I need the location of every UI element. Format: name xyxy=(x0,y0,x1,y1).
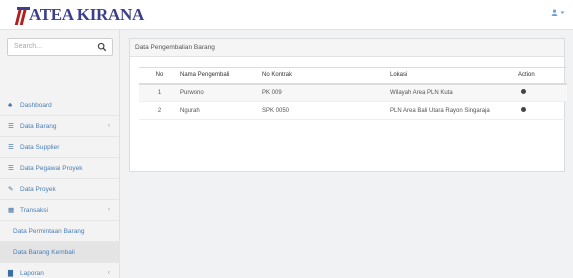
user-icon xyxy=(551,9,558,16)
search-icon[interactable] xyxy=(97,42,107,52)
column-header-lokasi[interactable]: Lokasi xyxy=(387,67,515,85)
table-header-row: No Nama Pengembali No Kontrak Lokasi Act… xyxy=(139,67,567,85)
cell-action xyxy=(515,101,567,120)
sidebar-item-data-pegawai-proyek[interactable]: ☰ Data Pegawai Proyek xyxy=(0,158,120,179)
pengembalian-table: No Nama Pengembali No Kontrak Lokasi Act… xyxy=(139,67,567,120)
view-eye-icon[interactable] xyxy=(521,107,526,112)
sidebar-item-label: Data Supplier xyxy=(20,143,60,151)
column-header-no-kontrak[interactable]: No Kontrak xyxy=(259,67,387,85)
dashboard-icon: ♣ xyxy=(8,101,13,109)
brand-name: ATEA KIRANA xyxy=(29,5,144,24)
sidebar-item-transaksi[interactable]: ▦ Transaksi ‹ xyxy=(0,200,120,221)
view-eye-icon[interactable] xyxy=(521,89,526,95)
list-icon: ☰ xyxy=(8,123,14,130)
chart-icon: ▇ xyxy=(8,270,13,277)
cell-nama-pengembali: Purwono xyxy=(177,83,259,102)
sidebar-item-data-barang-kembali[interactable]: Data Barang Kembali xyxy=(0,242,120,263)
search-box[interactable]: Search... xyxy=(7,38,113,56)
column-header-nama-pengembali[interactable]: Nama Pengembali xyxy=(177,67,259,85)
sidebar-item-label: Data Permintaan Barang xyxy=(13,227,85,235)
sidebar-item-data-barang[interactable]: ☰ Data Barang ‹ xyxy=(0,116,120,137)
panel-title: Data Pengembalian Barang xyxy=(130,39,564,57)
chevron-left-icon: ‹ xyxy=(108,123,110,129)
chevron-left-icon: ‹ xyxy=(108,207,110,213)
top-navbar: ATEA KIRANA xyxy=(0,0,573,30)
sidebar-item-data-proyek[interactable]: ✎ Data Proyek xyxy=(0,179,120,200)
caret-down-icon xyxy=(560,11,565,14)
logo-mark-icon xyxy=(14,5,30,25)
list-icon: ☰ xyxy=(8,165,14,172)
cell-no: 2 xyxy=(139,101,177,120)
search-input[interactable]: Search... xyxy=(14,43,42,50)
sidebar-item-label: Laporan xyxy=(20,269,44,277)
table-icon: ▦ xyxy=(8,207,15,214)
sidebar-item-label: Data Pegawai Proyek xyxy=(20,164,83,172)
cell-no: 1 xyxy=(139,83,177,102)
cell-nama-pengembali: Ngurah xyxy=(177,101,259,120)
sidebar-item-label: Data Proyek xyxy=(20,185,56,193)
cell-lokasi: Wilayah Area PLN Kuta xyxy=(387,83,515,102)
brand-logo[interactable]: ATEA KIRANA xyxy=(14,4,144,26)
sidebar-item-dashboard[interactable]: ♣ Dashboard xyxy=(0,95,120,116)
column-header-action: Action xyxy=(515,67,567,85)
sidebar-item-data-supplier[interactable]: ☰ Data Supplier xyxy=(0,137,120,158)
sidebar-item-label: Transaksi xyxy=(20,206,48,214)
table-row: 2 Ngurah SPK 0050 PLN Area Bali Utara Ra… xyxy=(139,101,567,120)
chevron-left-icon: ‹ xyxy=(108,270,110,276)
edit-icon: ✎ xyxy=(8,186,14,193)
user-menu[interactable] xyxy=(551,9,565,16)
sidebar-item-laporan[interactable]: ▇ Laporan ‹ xyxy=(0,263,120,278)
table-row: 1 Purwono PK 009 Wilayah Area PLN Kuta xyxy=(139,83,567,102)
sidebar-item-label: Data Barang Kembali xyxy=(13,248,75,256)
main-content: Data Pengembalian Barang No Nama Pengemb… xyxy=(120,30,573,278)
cell-lokasi: PLN Area Bali Utara Rayon Singaraja xyxy=(387,101,515,120)
cell-no-kontrak: SPK 0050 xyxy=(259,101,387,120)
sidebar-menu: ♣ Dashboard ☰ Data Barang ‹ ☰ Data Supplier ☰ Da… xyxy=(0,95,120,278)
sidebar-item-label: Data Barang xyxy=(20,122,57,130)
pengembalian-panel: Data Pengembalian Barang No Nama Pengemb… xyxy=(129,38,567,172)
list-icon: ☰ xyxy=(8,144,14,151)
sidebar-item-data-permintaan-barang[interactable]: Data Permintaan Barang xyxy=(0,221,120,242)
sidebar-item-label: Dashboard xyxy=(20,101,52,109)
cell-no-kontrak: PK 009 xyxy=(259,83,387,102)
column-header-no[interactable]: No xyxy=(139,67,177,85)
cell-action xyxy=(515,83,567,102)
